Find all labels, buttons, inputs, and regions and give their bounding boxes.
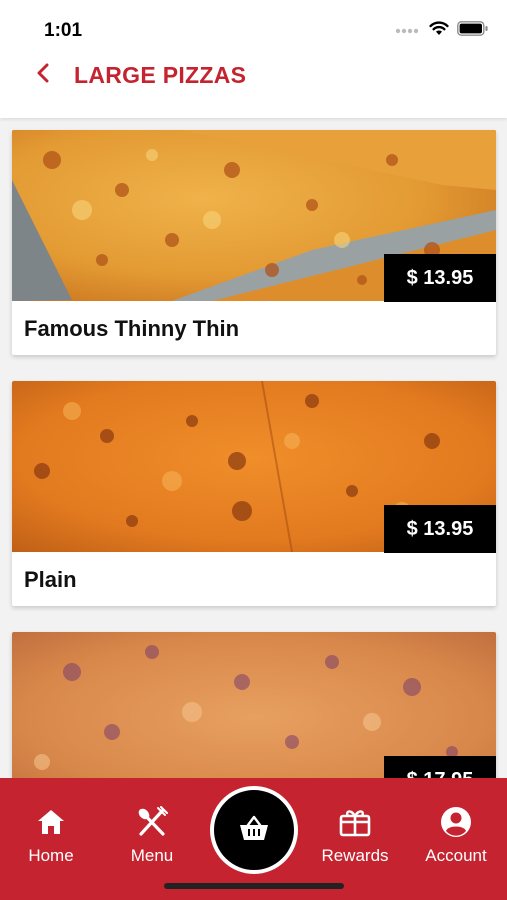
product-list[interactable]: $ 13.95 Famous Thinny Thin $ 13.95 Plain bbox=[0, 118, 507, 778]
page-title: LARGE PIZZAS bbox=[74, 62, 247, 88]
status-bar: 1:01 bbox=[0, 0, 507, 52]
tab-label: Rewards bbox=[321, 846, 389, 865]
tab-label: Menu bbox=[130, 846, 174, 865]
tab-rewards[interactable]: Rewards bbox=[310, 804, 400, 874]
home-icon bbox=[33, 804, 69, 840]
price-tag: $ 13.95 bbox=[384, 505, 496, 553]
product-name: Famous Thinny Thin bbox=[24, 316, 240, 341]
price-tag: $ 17.95 bbox=[384, 756, 496, 778]
status-icons bbox=[395, 21, 489, 41]
basket-icon bbox=[238, 814, 270, 847]
product-name: Plain bbox=[24, 567, 77, 592]
chevron-left-icon bbox=[36, 63, 50, 88]
back-button[interactable] bbox=[28, 60, 58, 90]
account-icon bbox=[438, 804, 474, 840]
cart-button[interactable] bbox=[210, 786, 298, 874]
gift-icon bbox=[337, 804, 373, 840]
tab-account[interactable]: Account bbox=[411, 804, 501, 874]
tab-label: Account bbox=[425, 846, 487, 865]
battery-icon bbox=[457, 21, 489, 41]
fork-knife-icon bbox=[134, 804, 170, 840]
home-indicator bbox=[164, 883, 344, 889]
tab-menu[interactable]: Menu bbox=[107, 804, 197, 874]
product-card-famous-thinny-thin[interactable]: $ 13.95 Famous Thinny Thin bbox=[12, 130, 496, 355]
tab-label: Home bbox=[28, 846, 74, 865]
cellular-signal-icon bbox=[395, 22, 421, 40]
price-tag: $ 13.95 bbox=[384, 254, 496, 302]
tab-home[interactable]: Home bbox=[6, 804, 96, 874]
tab-bar: Home Menu Rewards Account bbox=[0, 778, 507, 900]
product-card[interactable]: $ 17.95 bbox=[12, 632, 496, 778]
product-card-plain[interactable]: $ 13.95 Plain bbox=[12, 381, 496, 606]
header: LARGE PIZZAS bbox=[0, 52, 507, 118]
wifi-icon bbox=[429, 21, 449, 41]
status-time: 1:01 bbox=[44, 20, 83, 41]
